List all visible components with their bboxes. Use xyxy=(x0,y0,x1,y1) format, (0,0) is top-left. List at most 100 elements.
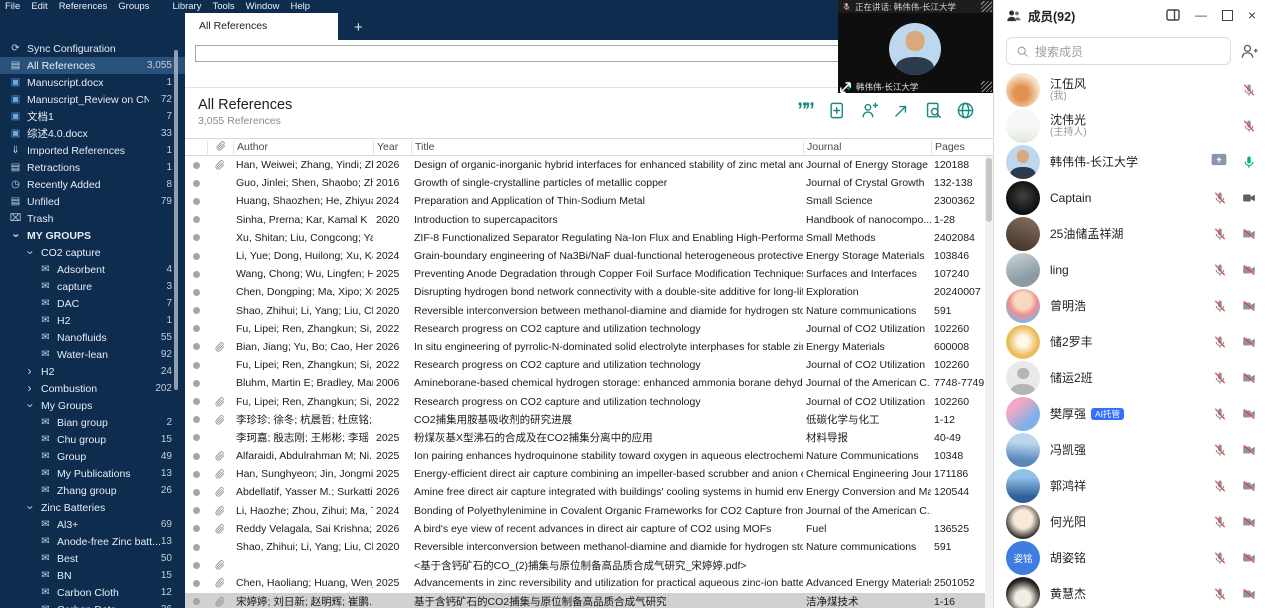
sidebar-item[interactable]: MY GROUPS xyxy=(0,227,185,244)
sidebar-item[interactable]: Al3+ 69 xyxy=(0,516,185,533)
sidebar-item[interactable]: Zhang group 26 xyxy=(0,482,185,499)
find-fulltext-icon[interactable] xyxy=(924,101,943,120)
share-library-icon[interactable] xyxy=(860,101,879,120)
close-icon[interactable]: × xyxy=(1248,7,1256,23)
table-scrollbar-thumb[interactable] xyxy=(986,158,992,222)
sidebar-item[interactable]: capture 3 xyxy=(0,278,185,295)
tab-all-references[interactable]: All References xyxy=(185,13,338,40)
mic-icon[interactable] xyxy=(1213,371,1227,385)
column-attachment[interactable] xyxy=(207,141,233,154)
sidebar-item[interactable]: Adsorbent 4 xyxy=(0,261,185,278)
mic-icon[interactable] xyxy=(1213,299,1227,313)
menu-item[interactable]: Tools xyxy=(212,1,234,12)
sidebar-item[interactable]: Nanofluids 55 xyxy=(0,329,185,346)
sidebar-scrollbar[interactable] xyxy=(174,50,178,390)
member-search-input[interactable]: 搜索成员 xyxy=(1006,37,1231,65)
menu-item[interactable]: Groups xyxy=(118,1,149,12)
sidebar-item[interactable]: CO2 capture xyxy=(0,244,185,261)
table-row[interactable]: Reddy Velagala, Sai Krishna; S... 2026 A… xyxy=(185,520,985,538)
mic-icon[interactable] xyxy=(1242,83,1256,97)
mic-icon[interactable] xyxy=(1213,335,1227,349)
mic-icon[interactable] xyxy=(1213,263,1227,277)
sidebar-item[interactable]: H2 1 xyxy=(0,312,185,329)
camera-icon[interactable] xyxy=(1242,515,1256,529)
sidebar-item[interactable]: 文档1 7 xyxy=(0,108,185,125)
mic-icon[interactable] xyxy=(1213,227,1227,241)
menu-item[interactable]: Help xyxy=(290,1,310,12)
sidebar-item[interactable]: Trash xyxy=(0,210,185,227)
sidebar-item[interactable]: Manuscript.docx 1 xyxy=(0,74,185,91)
member-row[interactable]: 姿铭 胡姿铭 xyxy=(994,540,1268,576)
mic-icon[interactable] xyxy=(1213,587,1227,601)
resize-grip-icon[interactable] xyxy=(981,1,992,12)
member-row[interactable]: 樊厚强 AI托管 xyxy=(994,396,1268,432)
sidebar-item[interactable]: Anode-free Zinc batt... 13 xyxy=(0,533,185,550)
mic-icon[interactable] xyxy=(1213,515,1227,529)
table-row[interactable]: 李珍珍; 徐冬; 杭晨哲; 杜庶铭;... CO2捕集用胺基吸收剂的研究进展 低… xyxy=(185,411,985,429)
camera-icon[interactable] xyxy=(1242,407,1256,421)
table-row[interactable]: Li, Haozhe; Zhou, Zihui; Ma, Ti... 2024 … xyxy=(185,502,985,520)
table-row[interactable]: Sinha, Prerna; Kar, Kamal K 2020 Introdu… xyxy=(185,211,985,229)
column-author[interactable]: Author xyxy=(233,141,373,154)
table-row[interactable]: Alfaraidi, Abdulrahman M; Ni... 2025 Ion… xyxy=(185,447,985,465)
camera-icon[interactable] xyxy=(1242,551,1256,565)
camera-icon[interactable] xyxy=(1242,443,1256,457)
table-row[interactable]: Guo, Jinlei; Shen, Shaobo; Zha... 2016 G… xyxy=(185,174,985,192)
table-row[interactable]: Fu, Lipei; Ren, Zhangkun; Si, W... 2022 … xyxy=(185,392,985,410)
resize-grip-icon[interactable] xyxy=(981,81,992,92)
sidebar-item[interactable]: Best 50 xyxy=(0,550,185,567)
member-row[interactable]: 江伍风 (我) xyxy=(994,72,1268,108)
member-row[interactable]: 冯凯强 xyxy=(994,432,1268,468)
member-row[interactable]: ling xyxy=(994,252,1268,288)
sidebar-item[interactable]: Manuscript_Review on CNTs... 72 xyxy=(0,91,185,108)
menu-item[interactable]: Window xyxy=(246,1,280,12)
camera-icon[interactable] xyxy=(1242,587,1256,601)
sidebar-item[interactable]: H2 24 xyxy=(0,363,185,380)
sidebar-item[interactable]: Carbon Dots 36 xyxy=(0,601,185,608)
table-scrollbar[interactable] xyxy=(985,156,993,608)
camera-icon[interactable] xyxy=(1242,371,1256,385)
column-year[interactable]: Year xyxy=(373,141,411,154)
camera-icon[interactable] xyxy=(1242,227,1256,241)
menu-item[interactable]: References xyxy=(59,1,108,12)
add-reference-icon[interactable] xyxy=(828,101,847,120)
sidebar-item[interactable]: Sync Configuration xyxy=(0,40,185,57)
table-row[interactable]: Fu, Lipei; Ren, Zhangkun; Si, W... 2022 … xyxy=(185,320,985,338)
table-row[interactable]: Han, Sunghyeon; Jin, Jongmin; ... 2025 E… xyxy=(185,465,985,483)
camera-icon[interactable] xyxy=(1242,299,1256,313)
sidebar-item[interactable]: All References 3,055 xyxy=(0,57,185,74)
table-row[interactable]: Chen, Haoliang; Huang, Wenji... 2025 Adv… xyxy=(185,574,985,592)
sidebar-item[interactable]: Zinc Batteries xyxy=(0,499,185,516)
table-row[interactable]: Abdellatif, Yasser M.; Surkatti, ... 202… xyxy=(185,483,985,501)
column-read-status[interactable] xyxy=(185,141,207,154)
table-row[interactable]: Shao, Zhihui; Li, Yang; Liu, Che... 2020… xyxy=(185,538,985,556)
online-search-icon[interactable] xyxy=(956,101,975,120)
sidebar-item[interactable]: Imported References 1 xyxy=(0,142,185,159)
mic-icon[interactable] xyxy=(1213,551,1227,565)
sidebar-item[interactable]: 综述4.0.docx 33 xyxy=(0,125,185,142)
sidebar-item[interactable]: DAC 7 xyxy=(0,295,185,312)
meeting-video-overlay[interactable]: 正在讲话: 韩伟伟-长江大学 韩伟伟-长江大学 xyxy=(838,0,993,93)
menu-item[interactable]: Edit xyxy=(31,1,47,12)
table-row[interactable]: Fu, Lipei; Ren, Zhangkun; Si, W... 2022 … xyxy=(185,356,985,374)
camera-icon[interactable] xyxy=(1242,191,1256,205)
sidebar-item[interactable]: Unfiled 79 xyxy=(0,193,185,210)
member-row[interactable]: 沈伟光 (主持人) xyxy=(994,108,1268,144)
add-member-icon[interactable] xyxy=(1240,43,1258,59)
member-row[interactable]: 黄慧杰 xyxy=(994,576,1268,608)
camera-icon[interactable] xyxy=(1242,335,1256,349)
column-journal[interactable]: Journal xyxy=(803,141,931,154)
member-row[interactable]: 郭鸿祥 xyxy=(994,468,1268,504)
sidebar-item[interactable]: Chu group 15 xyxy=(0,431,185,448)
table-row[interactable]: Shao, Zhihui; Li, Yang; Liu, Che... 2020… xyxy=(185,302,985,320)
sidebar-item[interactable]: My Groups xyxy=(0,397,185,414)
sidebar-item[interactable]: Retractions 1 xyxy=(0,159,185,176)
sidebar-item[interactable]: Bian group 2 xyxy=(0,414,185,431)
camera-icon[interactable] xyxy=(1242,263,1256,277)
member-row[interactable]: 储2罗丰 xyxy=(994,324,1268,360)
sidebar-item[interactable]: Water-lean 92 xyxy=(0,346,185,363)
mic-icon[interactable] xyxy=(1213,407,1227,421)
minimize-icon[interactable]: — xyxy=(1195,8,1207,22)
maximize-icon[interactable] xyxy=(1222,10,1233,21)
column-pages[interactable]: Pages xyxy=(931,141,985,154)
